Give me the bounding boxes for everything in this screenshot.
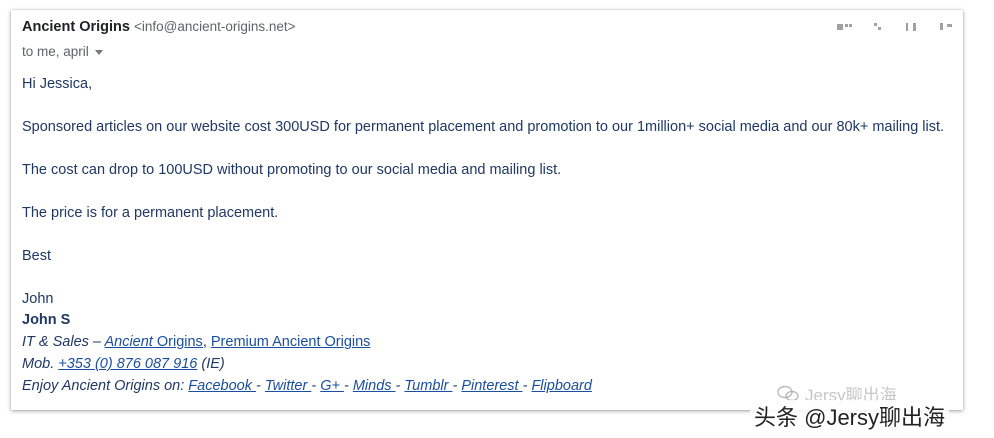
link-facebook[interactable]: Facebook <box>188 378 256 394</box>
signoff-name: John <box>22 291 54 307</box>
attachment-icon[interactable] <box>837 22 851 32</box>
recipients-dropdown[interactable]: to me, april <box>22 44 103 59</box>
phone-suffix: (IE) <box>197 356 225 372</box>
role-prefix: IT & Sales – <box>22 334 105 350</box>
paragraph-pricing: Sponsored articles on our website cost 3… <box>22 119 945 135</box>
chevron-down-icon[interactable] <box>94 49 103 55</box>
paragraph-discount: The cost can drop to 100USD without prom… <box>22 162 562 178</box>
link-tumblr[interactable]: Tumblr <box>404 378 452 394</box>
header-toolbar <box>837 22 953 32</box>
separator: - <box>452 378 462 394</box>
link-gplus[interactable]: G+ <box>320 378 344 394</box>
paragraph-permanent: The price is for a permanent placement. <box>22 205 279 221</box>
separator: - <box>256 378 265 394</box>
link-twitter[interactable]: Twitter <box>265 378 311 394</box>
link-premium-ancient-origins[interactable]: Premium Ancient Origins <box>211 334 371 350</box>
link-ancient[interactable]: Ancient <box>104 334 152 350</box>
signature-name: John S <box>22 312 71 328</box>
sender-name[interactable]: Ancient Origins <box>22 19 130 35</box>
more-options-icon[interactable] <box>939 22 953 32</box>
closing: Best <box>22 248 52 264</box>
star-icon[interactable] <box>871 22 885 32</box>
watermark-toutiao: 头条 @Jersy聊出海 <box>750 400 950 432</box>
separator: - <box>343 378 353 394</box>
link-pinterest[interactable]: Pinterest <box>461 378 522 394</box>
phone-link[interactable]: +353 (0) 876 087 916 <box>58 356 197 372</box>
mob-prefix: Mob. <box>22 356 59 372</box>
link-origins[interactable]: Origins <box>153 334 203 350</box>
enjoy-prefix: Enjoy Ancient Origins on: <box>22 378 189 394</box>
email-header: Ancient Origins <info@ancient-origins.ne… <box>22 19 296 35</box>
separator: - <box>311 378 321 394</box>
greeting: Hi Jessica, <box>22 76 93 92</box>
signature-phone: Mob. +353 (0) 876 087 916 (IE) <box>22 356 225 372</box>
sender-email[interactable]: <info@ancient-origins.net> <box>134 19 296 34</box>
link-flipboard[interactable]: Flipboard <box>531 378 591 394</box>
signature-social: Enjoy Ancient Origins on: Facebook - Twi… <box>22 378 592 394</box>
reply-icon[interactable] <box>905 22 919 32</box>
signature-role: IT & Sales – Ancient Origins, Premium An… <box>22 334 370 350</box>
link-minds[interactable]: Minds <box>353 378 396 394</box>
email-card: Ancient Origins <info@ancient-origins.ne… <box>11 10 963 410</box>
role-comma: , <box>202 334 211 350</box>
recipients-text: to me, april <box>22 44 89 59</box>
